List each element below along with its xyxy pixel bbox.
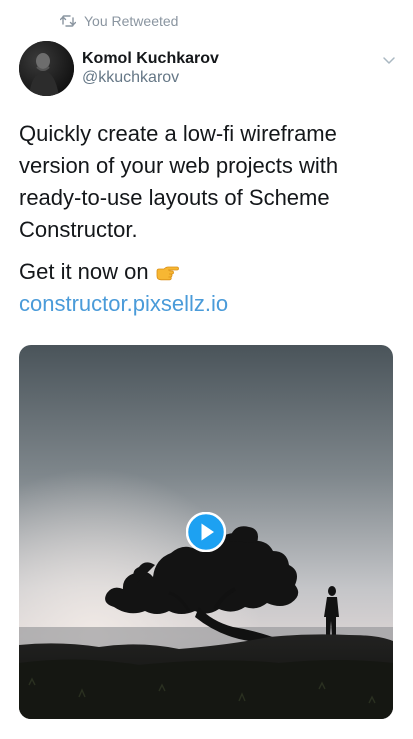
play-button[interactable] [185, 511, 227, 553]
tweet-cta: Get it now on [19, 256, 397, 291]
tweet-text: Quickly create a low-fi wireframe versio… [19, 121, 339, 242]
play-icon [185, 511, 227, 553]
avatar[interactable] [19, 41, 74, 96]
avatar-photo [19, 41, 74, 96]
retweet-icon [60, 14, 76, 28]
cta-text: Get it now on [19, 259, 149, 284]
pointing-right-hand-emoji [155, 259, 179, 291]
tweet-media-video[interactable] [19, 345, 393, 719]
chevron-down-icon[interactable] [381, 52, 397, 68]
retweet-context: You Retweeted [60, 12, 178, 30]
author-name[interactable]: Komol Kuchkarov [82, 49, 219, 69]
tweet-link[interactable]: constructor.pixsellz.io [19, 288, 228, 320]
author-handle[interactable]: @kkuchkarov [82, 68, 179, 88]
retweet-label: You Retweeted [84, 13, 179, 29]
